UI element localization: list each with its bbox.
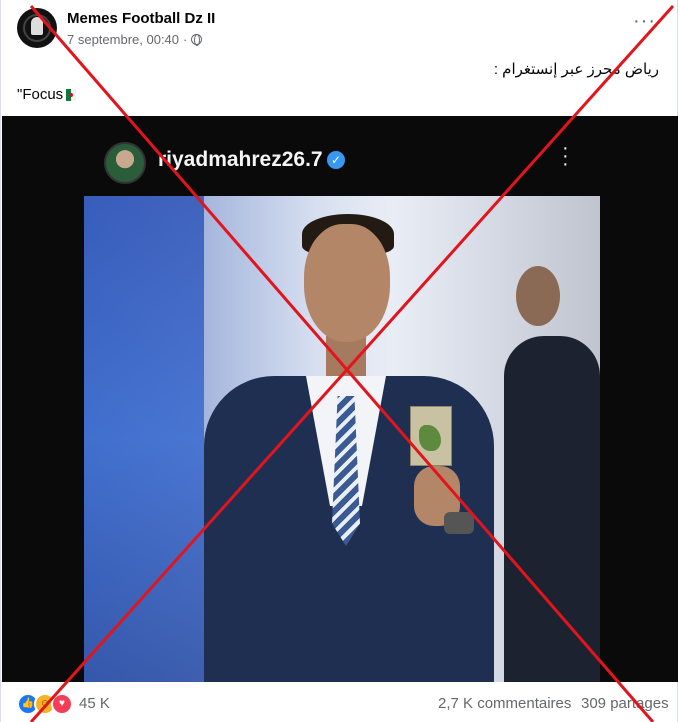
page-name-link[interactable]: Memes Football Dz II [67, 10, 215, 27]
post-text-focus-label: "Focus [17, 86, 64, 103]
globe-icon [191, 34, 203, 46]
photo-subject-neck [326, 336, 366, 376]
photo-subject-watch [444, 512, 474, 534]
post-text-arabic: رياض محرز عبر إنستغرام : [493, 61, 659, 78]
verified-badge-icon: ✓ [327, 151, 345, 169]
separator-dot: · [183, 32, 188, 47]
instagram-photo [84, 196, 600, 682]
love-icon: ♥ [51, 693, 73, 715]
post-timestamp[interactable]: 7 septembre, 00:40 [67, 32, 179, 47]
algeria-flag-icon [66, 88, 77, 101]
shares-count[interactable]: 309 partages [581, 695, 669, 712]
photo-subject-head [304, 224, 390, 342]
page-avatar[interactable] [17, 8, 57, 48]
photo-identity-card [410, 406, 452, 466]
comments-count[interactable]: 2,7 K commentaires [438, 695, 571, 712]
post-footer: 👍 ☺ ♥ 45 K 2,7 K commentaires 309 partag… [1, 682, 678, 722]
post-text-focus: "Focus [17, 86, 77, 103]
post-image[interactable]: riyadmahrez26.7 ✓ · · · [2, 116, 678, 682]
photo-background-wall [84, 196, 204, 682]
post-meta: 7 septembre, 00:40 · [67, 32, 203, 47]
facebook-post: Memes Football Dz II 7 septembre, 00:40 … [0, 0, 678, 722]
reaction-icons[interactable]: 👍 ☺ ♥ [17, 693, 73, 715]
more-options-icon[interactable]: ··· [633, 10, 656, 33]
photo-background-person [504, 336, 600, 682]
instagram-avatar [104, 142, 146, 184]
photo-background-person-head [516, 266, 560, 326]
reactions-count[interactable]: 45 K [79, 695, 110, 712]
vertical-dots-icon: · · · [562, 137, 569, 175]
avatar-figure [31, 17, 43, 35]
instagram-username: riyadmahrez26.7 [158, 148, 323, 171]
